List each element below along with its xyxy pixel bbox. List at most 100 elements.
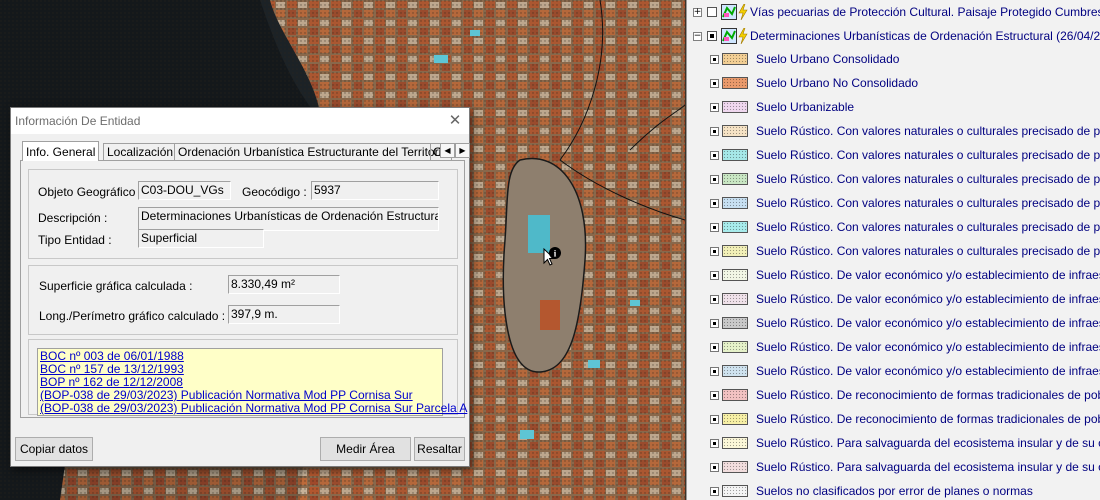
legend-item-label: Suelo Urbanizable	[756, 100, 855, 114]
legend-item-label: Suelo Rústico. De reconocimiento de form…	[756, 412, 1100, 426]
tipo-entidad-field[interactable]: Superficial	[138, 229, 264, 248]
polygon-layer-icon	[721, 4, 737, 20]
close-icon[interactable]: ✕	[447, 112, 463, 128]
highlight-button[interactable]: Resaltar	[414, 437, 465, 461]
descripcion-field[interactable]: Determinaciones Urbanísticas de Ordenaci…	[138, 207, 439, 231]
legend-swatch	[722, 77, 748, 89]
references-list[interactable]: BOC nº 003 de 06/01/1988 BOC nº 157 de 1…	[37, 348, 467, 416]
tab-page-info-general: Objeto Geográfico : C03-DOU_VGs Geocódig…	[20, 160, 467, 418]
legend-item-label: Suelo Rústico. Para salvaguarda del ecos…	[756, 436, 1100, 450]
legend-item-checkbox[interactable]	[710, 415, 719, 424]
legend-item-checkbox[interactable]	[710, 55, 719, 64]
legend-item-label: Suelo Rústico. De valor económico y/o es…	[756, 316, 1100, 330]
tab-ordenacion-urbanistica[interactable]: Ordenación Urbanística Estructurante del…	[174, 143, 452, 160]
legend-item[interactable]: Suelo Urbanizable	[687, 98, 1100, 118]
measures-group: Superficie gráfica calculada : 8.330,49 …	[28, 265, 458, 335]
legend-item[interactable]: Suelo Rústico. De reconocimiento de form…	[687, 410, 1100, 430]
legend-item-checkbox[interactable]	[710, 343, 719, 352]
legend-swatch	[722, 245, 748, 257]
legend-swatch	[722, 221, 748, 233]
legend-item-label: Suelo Urbano Consolidado	[756, 52, 900, 66]
legend-item-checkbox[interactable]	[710, 127, 719, 136]
legend-item[interactable]: Suelo Rústico. De valor económico y/o es…	[687, 362, 1100, 382]
layer-group-row-determinaciones[interactable]: − Determinaciones Urbanísticas de Ordena…	[693, 26, 1100, 46]
legend-swatch	[722, 101, 748, 113]
geocodigo-field[interactable]: 5937	[311, 181, 439, 200]
legend-item[interactable]: Suelo Rústico. De valor económico y/o es…	[687, 338, 1100, 358]
legend-item-checkbox[interactable]	[710, 271, 719, 280]
legend-item-checkbox[interactable]	[710, 295, 719, 304]
objeto-label: Objeto Geográfico :	[38, 185, 143, 199]
legend-item-label: Suelo Rústico. Con valores naturales o c…	[756, 148, 1100, 162]
legend-item-label: Suelo Rústico. Con valores naturales o c…	[756, 172, 1100, 186]
legend-item-label: Suelo Rústico. De valor económico y/o es…	[756, 268, 1100, 282]
legend-item-label: Suelo Rústico. De valor económico y/o es…	[756, 364, 1100, 378]
tab-localizacion[interactable]: Localización	[103, 143, 178, 160]
perimetro-label: Long./Perímetro gráfico calculado :	[39, 309, 226, 323]
legend-item-checkbox[interactable]	[710, 247, 719, 256]
legend-swatch	[722, 293, 748, 305]
tab-info-general[interactable]: Info. General	[22, 141, 100, 161]
legend-item[interactable]: Suelo Rústico. Para salvaguarda del ecos…	[687, 434, 1100, 454]
layer-group-title: Vías pecuarias de Protección Cultural. P…	[750, 5, 1100, 19]
dialog-title-bar[interactable]: Información De Entidad ✕	[11, 108, 469, 134]
legend-item-checkbox[interactable]	[710, 103, 719, 112]
descripcion-label: Descripción :	[38, 211, 108, 225]
references-group: BOC nº 003 de 06/01/1988 BOC nº 157 de 1…	[28, 339, 467, 416]
legend-item-checkbox[interactable]	[710, 79, 719, 88]
expand-tree-icon[interactable]: +	[693, 7, 702, 17]
legend-item[interactable]: Suelos no clasificados por error de plan…	[687, 482, 1100, 500]
copy-data-button[interactable]: Copiar datos	[15, 437, 93, 461]
legend-item[interactable]: Suelo Rústico. Con valores naturales o c…	[687, 242, 1100, 262]
legend-item-checkbox[interactable]	[710, 439, 719, 448]
legend-item[interactable]: Suelo Rústico. De valor económico y/o es…	[687, 266, 1100, 286]
measure-area-button[interactable]: Medir Área	[320, 437, 411, 461]
legend-swatch	[722, 53, 748, 65]
legend-item-checkbox[interactable]	[710, 175, 719, 184]
layer-group-row-vias-pecuarias[interactable]: + Vías pecuarias de Protección Cultural.…	[693, 2, 1100, 22]
legend-item-checkbox[interactable]	[710, 463, 719, 472]
layer-visibility-checkbox[interactable]	[707, 31, 717, 41]
legend-item-label: Suelo Urbano No Consolidado	[756, 76, 919, 90]
legend-item-checkbox[interactable]	[710, 367, 719, 376]
legend-item-checkbox[interactable]	[710, 223, 719, 232]
legend-item-checkbox[interactable]	[710, 391, 719, 400]
legend-item-checkbox[interactable]	[710, 319, 719, 328]
tab-strip: Info. General Localización Ordenación Ur…	[20, 141, 470, 161]
legend-item[interactable]: Suelo Rústico. Con valores naturales o c…	[687, 218, 1100, 238]
legend-item[interactable]: Suelo Rústico. Con valores naturales o c…	[687, 146, 1100, 166]
tab-scroll-left-icon[interactable]: ◀	[440, 143, 455, 158]
lightning-icon	[738, 28, 748, 44]
perimetro-field[interactable]: 397,9 m.	[228, 305, 340, 324]
layer-legend-panel: + Vías pecuarias de Protección Cultural.…	[686, 0, 1100, 500]
general-group: Objeto Geográfico : C03-DOU_VGs Geocódig…	[28, 169, 458, 259]
legend-item[interactable]: Suelo Rústico. De reconocimiento de form…	[687, 386, 1100, 406]
tab-scroll-right-icon[interactable]: ▶	[455, 143, 470, 158]
reference-link[interactable]: (BOP-038 de 29/03/2023) Publicación Norm…	[38, 402, 467, 415]
legend-item[interactable]: Suelo Rústico. Para salvaguarda del ecos…	[687, 458, 1100, 478]
legend-item[interactable]: Suelo Urbano Consolidado	[687, 50, 1100, 70]
legend-item-checkbox[interactable]	[710, 151, 719, 160]
legend-item-checkbox[interactable]	[710, 487, 719, 496]
legend-item-checkbox[interactable]	[710, 199, 719, 208]
tipo-entidad-label: Tipo Entidad :	[38, 233, 112, 247]
legend-item[interactable]: Suelo Rústico. Con valores naturales o c…	[687, 194, 1100, 214]
info-cursor-icon: i	[543, 246, 567, 270]
collapse-tree-icon[interactable]: −	[693, 31, 702, 41]
legend-swatch	[722, 389, 748, 401]
legend-item[interactable]: Suelo Urbano No Consolidado	[687, 74, 1100, 94]
superficie-field[interactable]: 8.330,49 m²	[228, 275, 340, 294]
legend-item[interactable]: Suelo Rústico. Con valores naturales o c…	[687, 122, 1100, 142]
legend-swatch	[722, 269, 748, 281]
geocodigo-label: Geocódigo :	[242, 185, 307, 199]
legend-item-label: Suelo Rústico. Con valores naturales o c…	[756, 124, 1100, 138]
tab-overflow[interactable]: O	[430, 143, 440, 160]
legend-item[interactable]: Suelo Rústico. Con valores naturales o c…	[687, 170, 1100, 190]
legend-item[interactable]: Suelo Rústico. De valor económico y/o es…	[687, 314, 1100, 334]
legend-item[interactable]: Suelo Rústico. De valor económico y/o es…	[687, 290, 1100, 310]
legend-item-label: Suelo Rústico. Con valores naturales o c…	[756, 220, 1100, 234]
objeto-field[interactable]: C03-DOU_VGs	[138, 181, 231, 200]
dialog-title: Información De Entidad	[15, 114, 141, 128]
layer-visibility-checkbox[interactable]	[707, 7, 717, 17]
entity-info-dialog: Información De Entidad ✕ Info. General L…	[10, 107, 470, 467]
